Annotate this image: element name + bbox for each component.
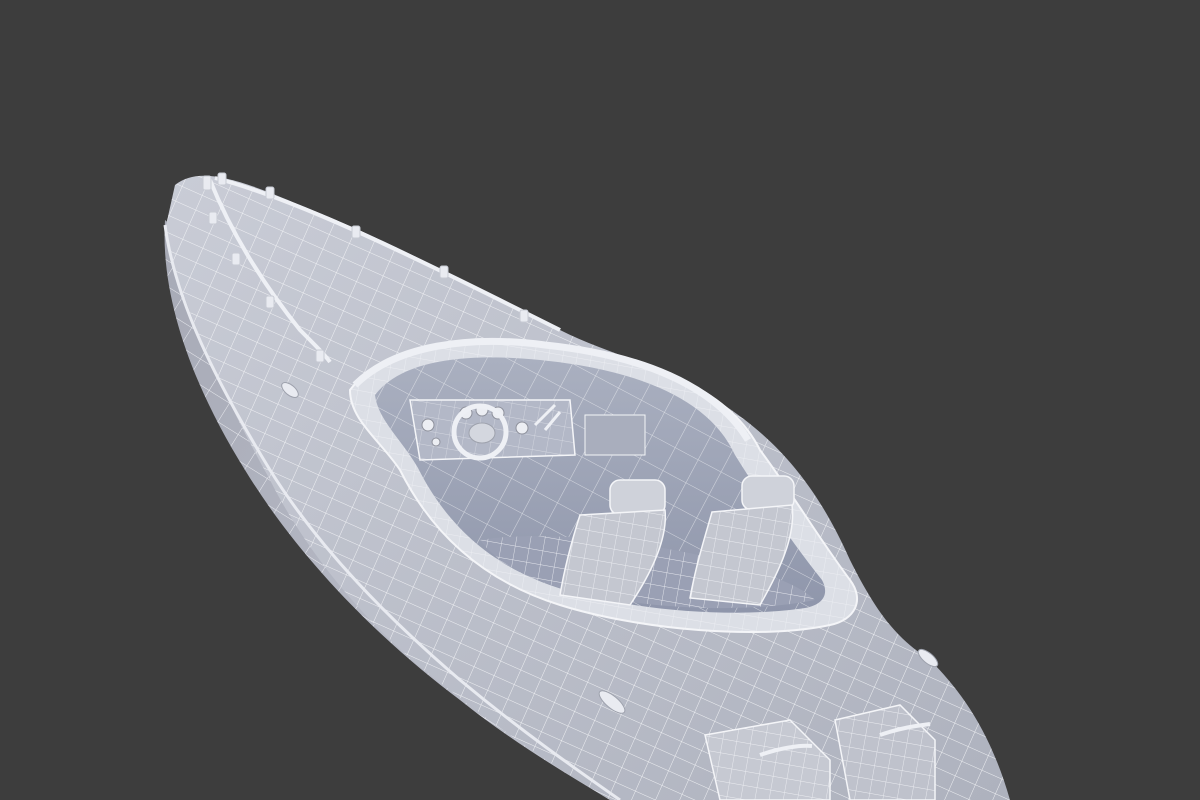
render-viewport [0, 0, 1200, 800]
boat-render [163, 172, 1010, 800]
